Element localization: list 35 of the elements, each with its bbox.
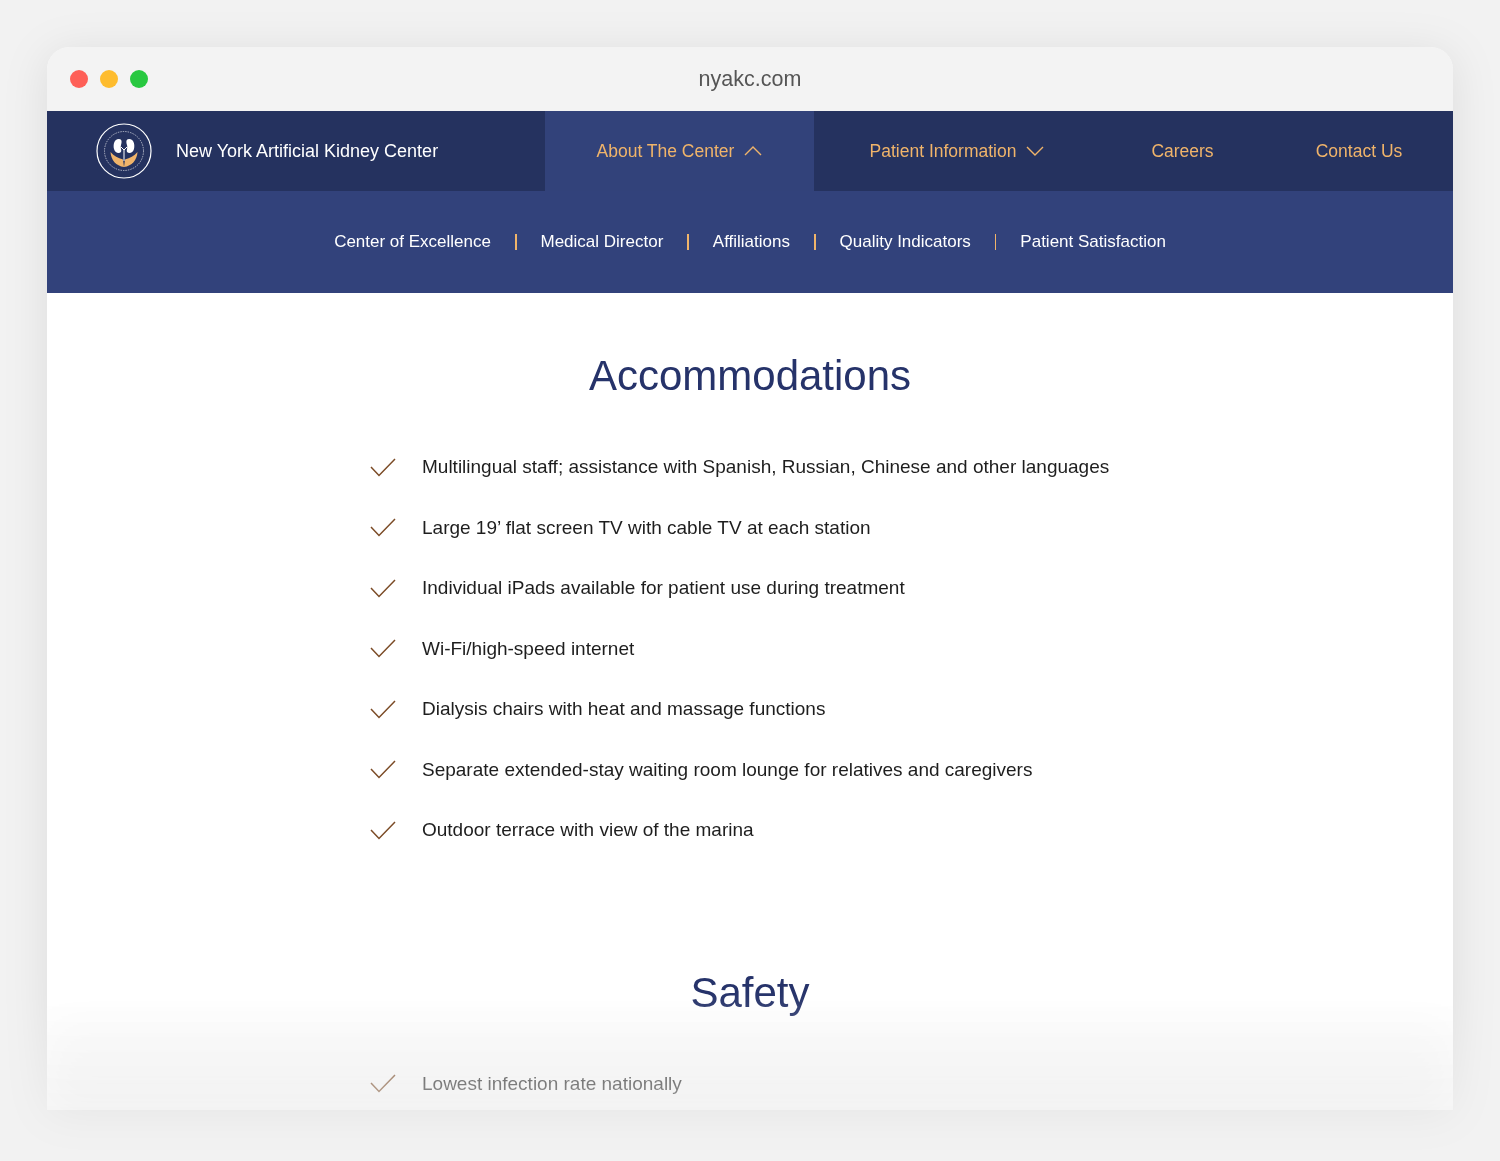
chevron-up-icon [744,146,763,156]
checkmark-icon [370,760,396,780]
checkmark-icon [370,518,396,538]
sub-nav-link[interactable]: Patient Satisfaction [1020,229,1166,255]
url-text: nyakc.com [698,65,802,93]
minimize-icon[interactable] [100,70,118,88]
logo-icon[interactable] [96,123,152,179]
checkmark-icon [370,820,396,840]
sub-nav-link[interactable]: Medical Director [540,229,664,255]
list-item-text: Multilingual staff; assistance with Spanish, Russian, Chinese and other languages [422,455,1110,479]
site-name[interactable]: New York Artificial Kidney Center [176,137,439,165]
checkmark-icon [370,1074,396,1094]
checkmark-icon [370,639,396,659]
list-item-text: Large 19’ flat screen TV with cable TV at each station [422,515,871,540]
sub-nav-link[interactable]: Affiliations [712,229,790,255]
list-item-text: Separate extended-stay waiting room lounge for relatives and caregivers [422,757,1033,782]
nav-tab[interactable]: About The Center [545,111,814,191]
section-heading: Accommodations [588,351,912,401]
chevron-down-icon [1026,146,1045,156]
nav-tab[interactable]: Contact Us [1265,111,1453,191]
checkmark-icon [370,699,396,719]
sub-nav-link[interactable]: Center of Excellence [334,229,491,255]
nav-tab[interactable]: Patient Information [814,111,1100,191]
checkmark-icon [370,578,396,598]
close-icon[interactable] [70,70,88,88]
sub-nav-link[interactable]: Quality Indicators [839,229,971,255]
checkmark-icon [370,457,396,477]
list-item-text: Wi-Fi/high-speed internet [422,636,635,661]
list-item-text: Lowest infection rate nationally [422,1071,682,1096]
list-item-text: Outdoor terrace with view of the marina [422,818,754,842]
maximize-icon[interactable] [130,70,148,88]
list-item-text: Dialysis chairs with heat and massage functions [422,697,826,721]
nav-tab[interactable]: Careers [1100,111,1265,191]
section-heading: Safety [690,967,810,1018]
list-item-text: Individual iPads available for patient use during treatment [422,576,905,600]
